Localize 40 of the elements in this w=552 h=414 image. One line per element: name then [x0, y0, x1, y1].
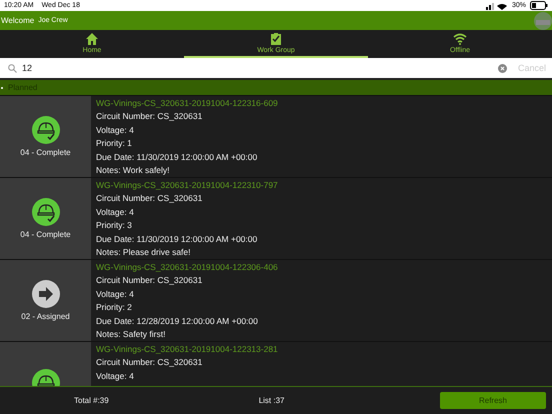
clear-icon[interactable]: [498, 64, 507, 72]
detail-text: Circuit Number: CS_320631: [96, 274, 204, 287]
detail-text: Voltage: 4: [96, 124, 135, 137]
status-tile[interactable]: 04 - Complete: [0, 96, 91, 177]
detail-text: Priority: 2: [96, 301, 133, 314]
detail-text: Due Date: 12/28/2019 12:00:00 AM +00:00: [96, 314, 259, 328]
wifi-icon: [453, 32, 467, 44]
clipboard-icon: [271, 32, 281, 44]
work-order-title[interactable]: WG-Vinings-CS_320631-20191004-122316-609: [96, 97, 547, 110]
battery-icon: [530, 1, 548, 10]
detail-text: Circuit Number: CS_320631: [96, 110, 204, 123]
detail-text: Priority: 3: [96, 219, 133, 232]
search-icon: [8, 64, 17, 72]
work-order-title[interactable]: WG-Vinings-CS_320631-20191004-122306-406: [96, 261, 547, 274]
status-label: 04 - Complete: [20, 230, 71, 239]
detail-text: Circuit Number: CS_320631: [96, 356, 204, 369]
total-count: Total #:39: [74, 396, 109, 405]
status-label: 02 - Assigned: [21, 312, 70, 321]
welcome-label: Welcome: [1, 16, 34, 25]
detail-text: Voltage: 4: [96, 288, 135, 301]
status-label: 04 - Complete: [20, 148, 71, 157]
status-tile[interactable]: 04 - Complete: [0, 178, 91, 259]
detail-text: Notes: Safety first!: [96, 328, 166, 341]
detail-text: Circuit Number: CS_320631: [96, 192, 204, 205]
detail-text: Priority: 1: [96, 137, 133, 150]
detail-text: Due Date: 11/30/2019 12:00:00 AM +00:00: [96, 150, 258, 164]
hardhat-check-icon: [32, 198, 60, 226]
work-order-title[interactable]: WG-Vinings-CS_320631-20191004-122313-281: [96, 343, 547, 356]
detail-text: Due Date: 11/30/2019 12:00:00 AM +00:00: [96, 232, 258, 246]
status-tile[interactable]: 02 - Assigned: [0, 260, 91, 341]
detail-text: Notes: Please drive safe!: [96, 246, 192, 259]
detail-text: Notes: Work safely!: [96, 164, 171, 177]
list-count: List :37: [258, 396, 284, 405]
detail-text: Voltage: 4: [96, 370, 135, 383]
detail-text: Voltage: 4: [96, 206, 135, 219]
wifi-signal-icon: [486, 2, 508, 10]
arrow-right-icon: [32, 280, 60, 308]
hardhat-check-icon: [32, 116, 60, 144]
home-icon: [86, 32, 98, 44]
work-order-title[interactable]: WG-Vinings-CS_320631-20191004-122310-797: [96, 179, 547, 192]
